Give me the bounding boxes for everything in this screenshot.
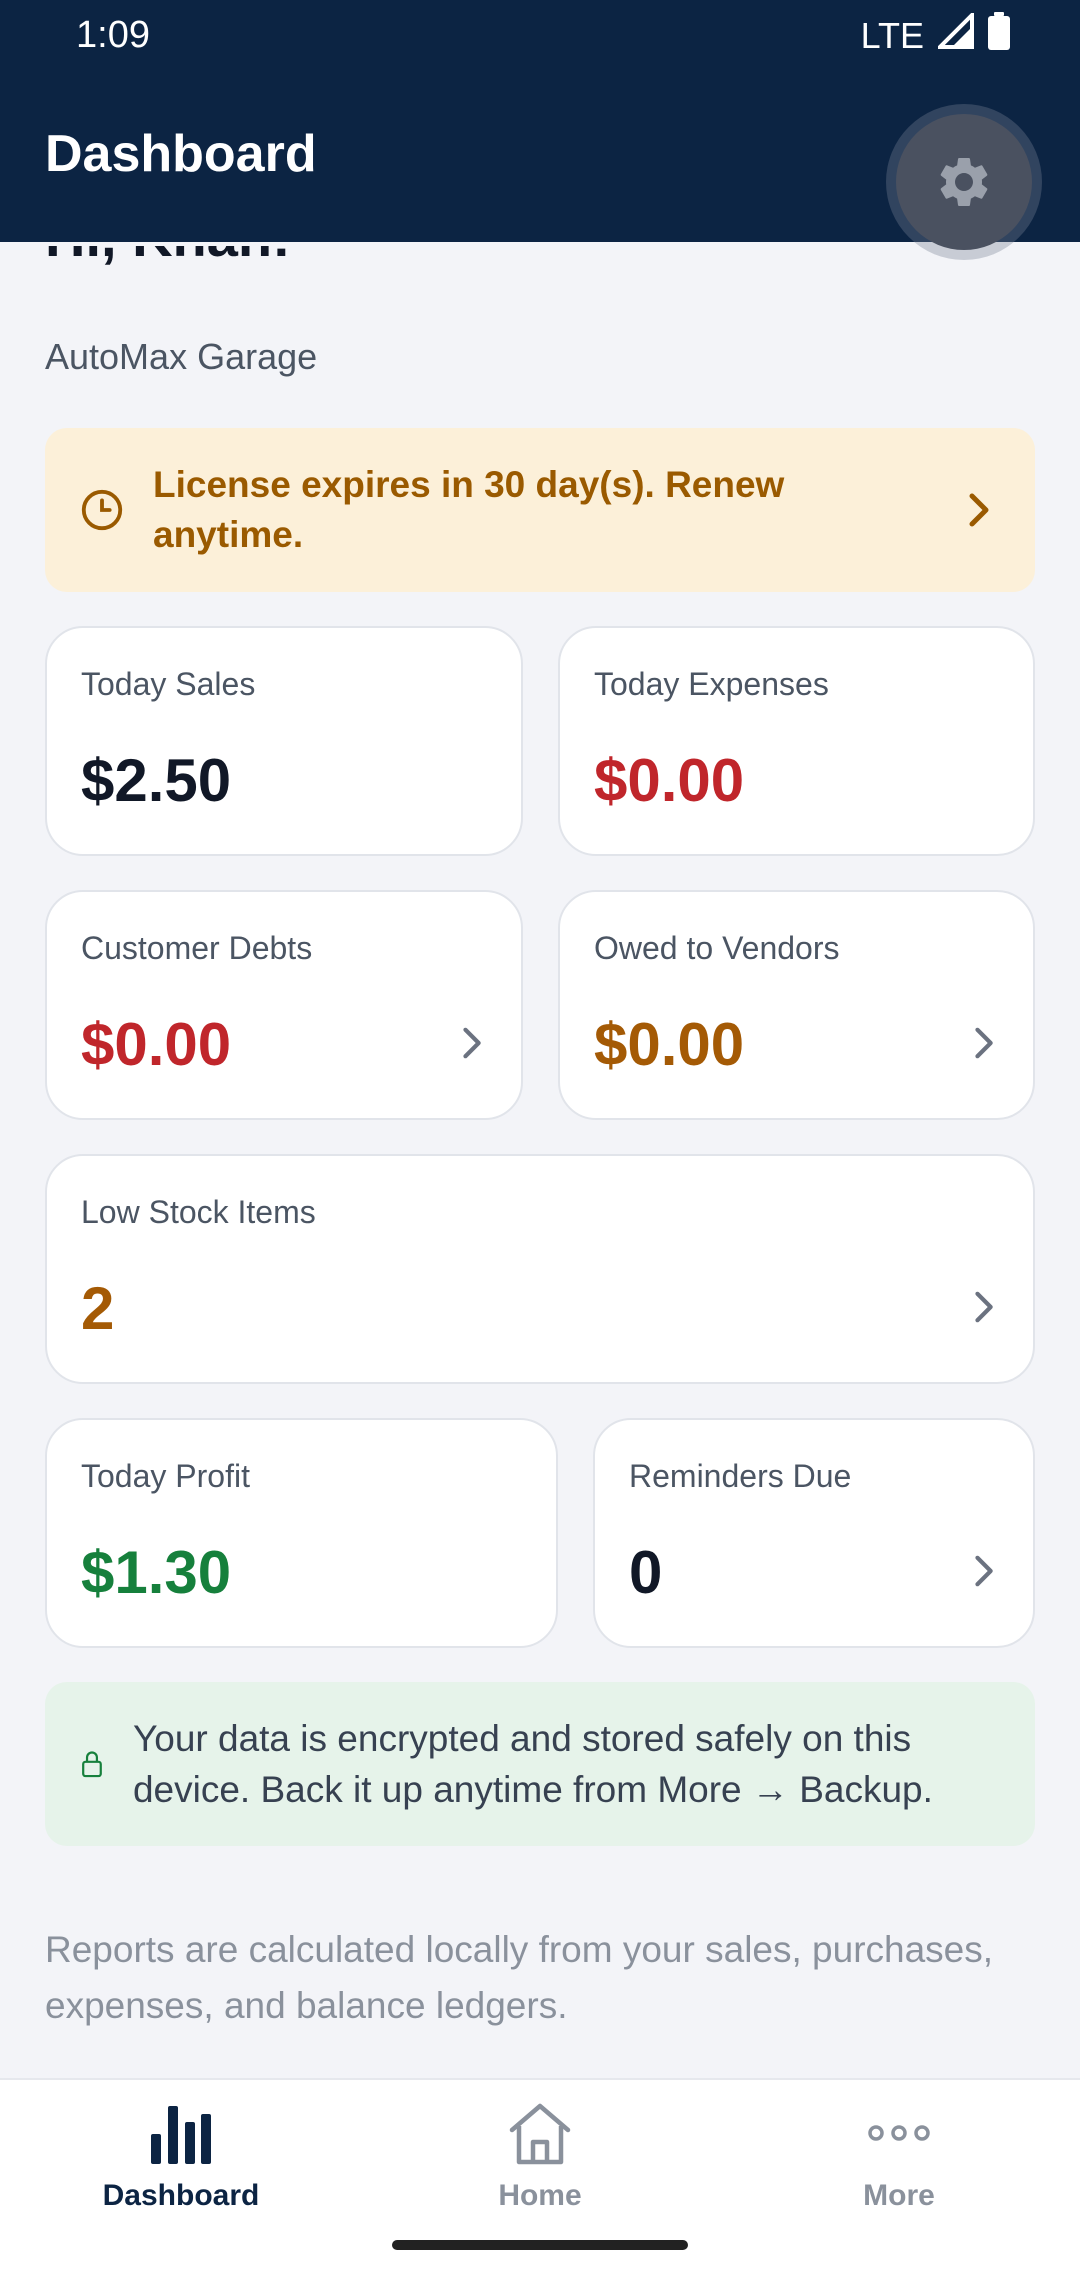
today-sales-value: $2.50: [81, 747, 232, 814]
today-profit-card: Today Profit $1.30: [45, 1418, 558, 1648]
chevron-right-icon: [975, 1555, 993, 1587]
owed-vendors-value: $0.00: [594, 1011, 745, 1078]
reminders-card[interactable]: Reminders Due 0: [593, 1418, 1035, 1648]
nav-label: Dashboard: [102, 2179, 260, 2212]
chevron-right-icon: [975, 1027, 993, 1059]
home-icon: [509, 2103, 571, 2165]
clock-icon: [81, 489, 123, 531]
today-profit-value: $1.30: [81, 1539, 232, 1606]
status-indicators: LTE: [860, 10, 1010, 59]
card-label: Today Expenses: [594, 666, 829, 702]
chevron-right-icon: [969, 493, 989, 527]
app-header: 1:09 LTE Dashboard: [0, 0, 1080, 250]
greeting-text: Hi, Khan!: [45, 246, 291, 269]
reports-note: Reports are calculated locally from your…: [45, 1929, 994, 2026]
card-label: Owed to Vendors: [594, 930, 840, 966]
low-stock-card[interactable]: Low Stock Items 2: [45, 1154, 1035, 1384]
today-expenses-value: $0.00: [594, 747, 745, 814]
license-banner[interactable]: License expires in 30 day(s). Renew anyt…: [45, 428, 1035, 592]
card-label: Today Sales: [81, 666, 256, 702]
nav-home[interactable]: Home: [420, 2100, 660, 2213]
security-message: Your data is encrypted and stored safely…: [132, 1718, 933, 1810]
customer-debts-card[interactable]: Customer Debts $0.00: [45, 890, 523, 1120]
card-label: Customer Debts: [81, 930, 313, 966]
owed-vendors-card[interactable]: Owed to Vendors $0.00: [558, 890, 1035, 1120]
battery-icon: [988, 12, 1010, 59]
greeting-area: Hi, Khan!: [45, 246, 645, 316]
bottom-nav: Dashboard Home More: [0, 2078, 1080, 2282]
more-dots-icon: [868, 2125, 930, 2141]
reminders-value: 0: [629, 1539, 663, 1606]
home-indicator[interactable]: [392, 2240, 688, 2250]
bar-chart-icon: [151, 2106, 211, 2164]
nav-label: Home: [498, 2179, 582, 2212]
today-sales-card: Today Sales $2.50: [45, 626, 523, 856]
card-label: Today Profit: [81, 1458, 250, 1494]
license-message: License expires in 30 day(s). Renew anyt…: [153, 464, 785, 555]
nav-dashboard[interactable]: Dashboard: [61, 2100, 301, 2213]
network-label: LTE: [860, 14, 924, 56]
settings-button[interactable]: [896, 114, 1032, 250]
security-banner: Your data is encrypted and stored safely…: [45, 1682, 1035, 1846]
lock-icon: [82, 1751, 102, 1778]
nav-label: More: [863, 2179, 935, 2212]
low-stock-value: 2: [81, 1275, 115, 1342]
nav-more[interactable]: More: [779, 2100, 1019, 2213]
gear-icon: [940, 157, 988, 206]
customer-debts-value: $0.00: [81, 1011, 232, 1078]
chevron-right-icon: [463, 1027, 481, 1059]
page-title: Dashboard: [45, 125, 317, 183]
status-time: 1:09: [76, 14, 150, 56]
signal-icon: [935, 10, 974, 58]
today-expenses-card: Today Expenses $0.00: [558, 626, 1035, 856]
card-label: Reminders Due: [629, 1458, 852, 1494]
business-name: AutoMax Garage: [45, 336, 318, 377]
chevron-right-icon: [975, 1291, 993, 1323]
card-label: Low Stock Items: [81, 1194, 316, 1230]
